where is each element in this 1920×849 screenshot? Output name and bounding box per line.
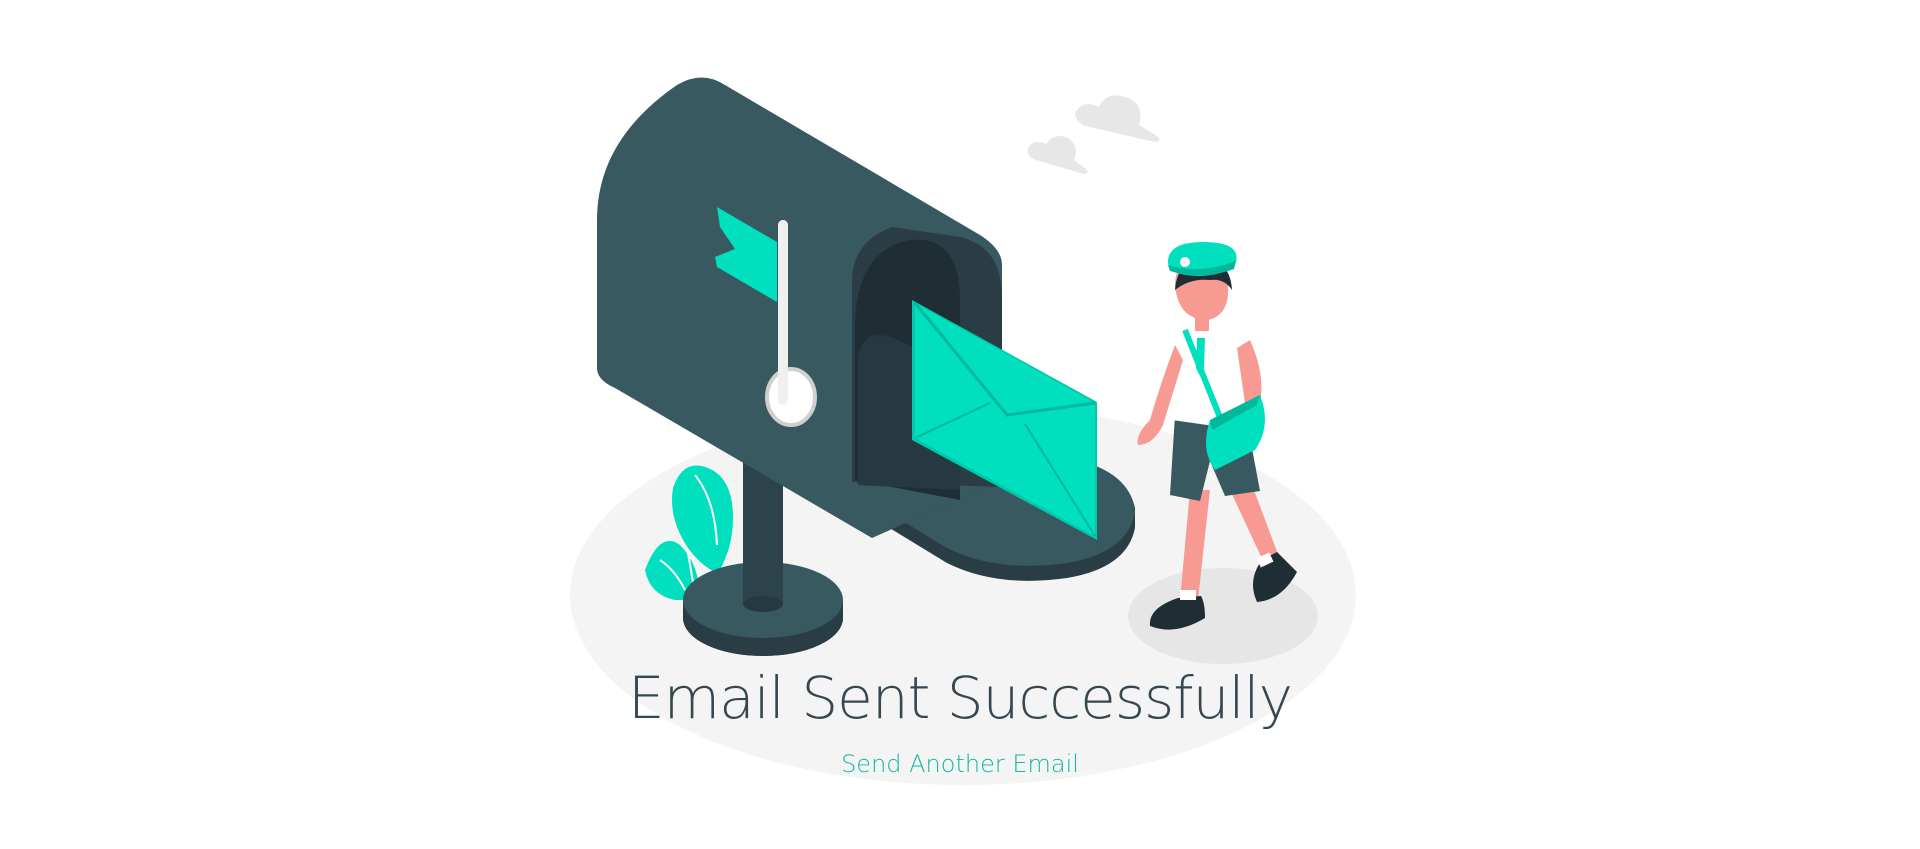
- mailbox-icon: [597, 77, 1002, 538]
- send-another-email-link[interactable]: Send Another Email: [0, 748, 1920, 780]
- confirmation-page: Email Sent Successfully Send Another Ema…: [0, 0, 1920, 849]
- page-title: Email Sent Successfully: [628, 664, 1293, 732]
- cloud-icon: [1027, 95, 1160, 174]
- send-another-email-label[interactable]: Send Another Email: [841, 750, 1079, 778]
